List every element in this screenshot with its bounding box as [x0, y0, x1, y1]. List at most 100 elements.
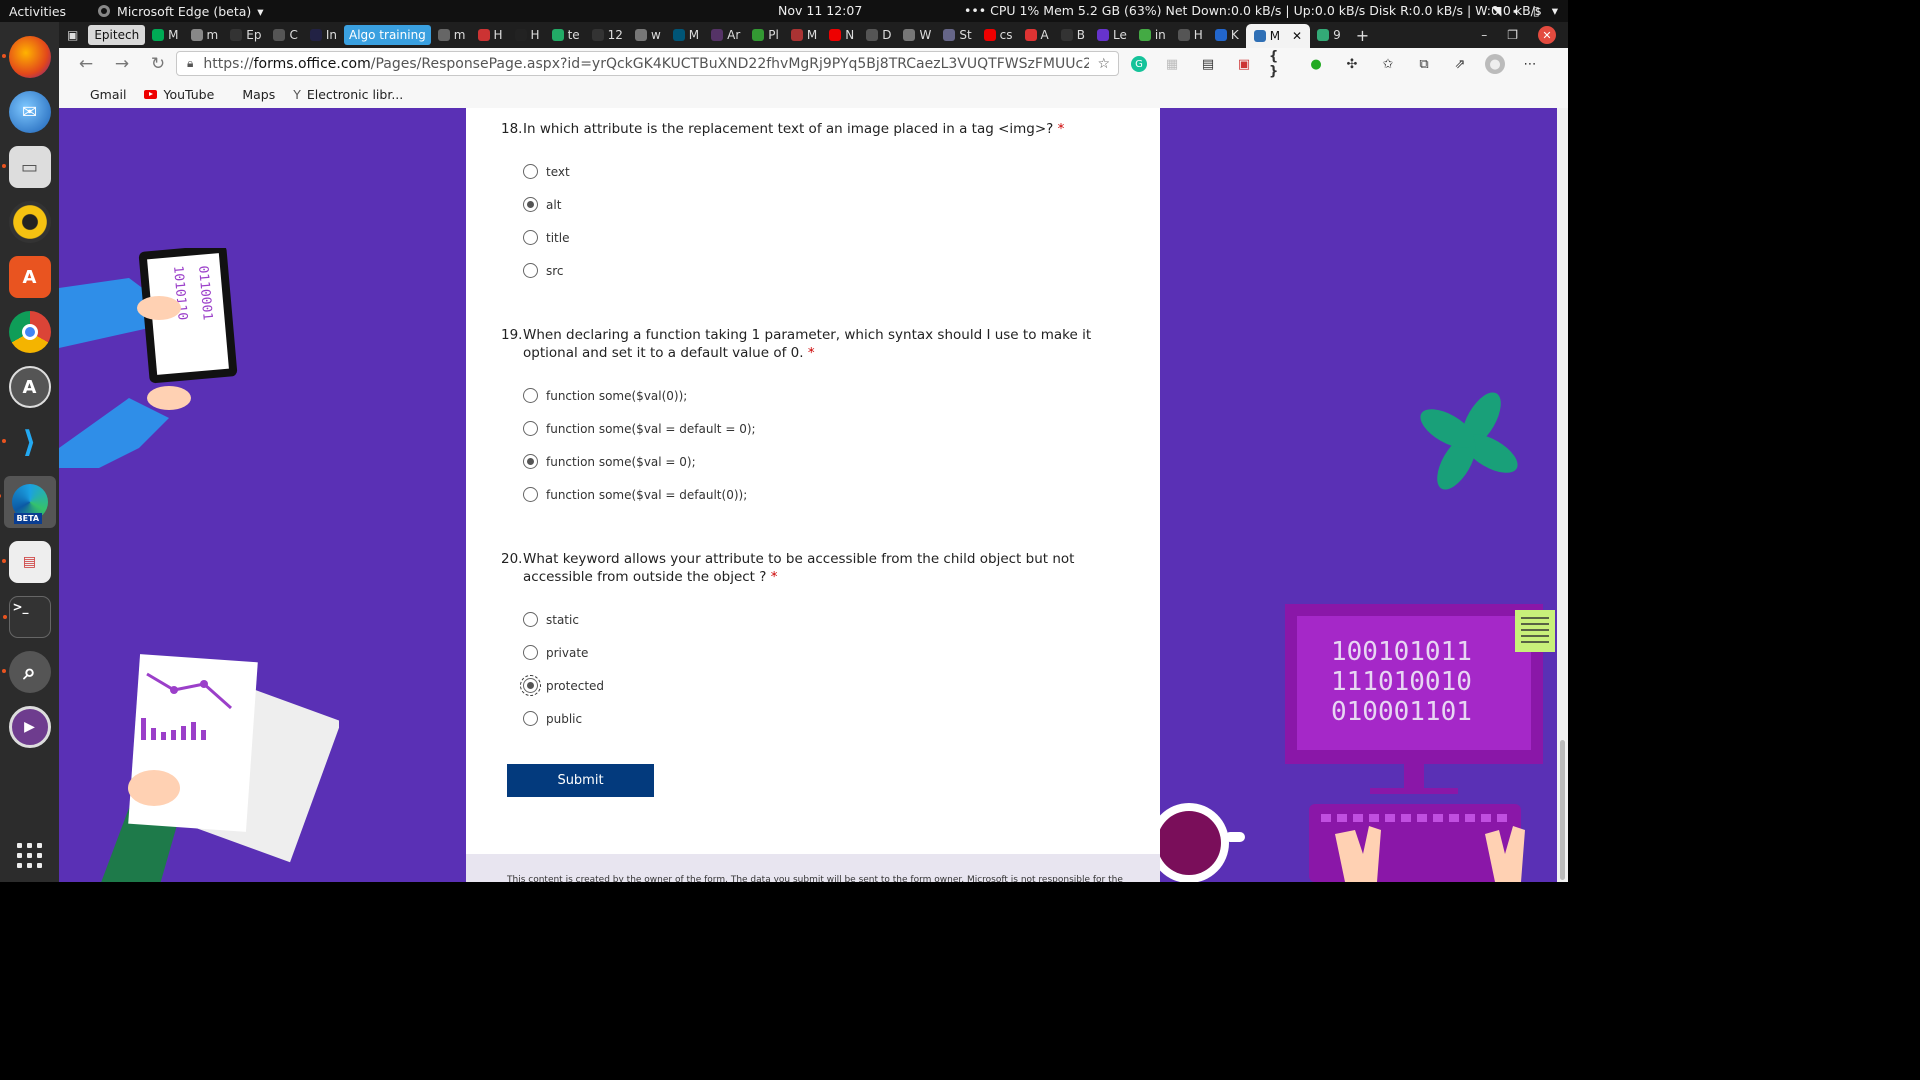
bookmark-maps[interactable]: Maps [242, 87, 275, 102]
radio-button[interactable] [523, 454, 538, 469]
new-tab-button[interactable]: + [1356, 26, 1369, 45]
browser-tab[interactable]: Ar [706, 25, 745, 45]
clock[interactable]: Nov 11 12:07 [778, 3, 862, 18]
radio-button[interactable] [523, 487, 538, 502]
radio-button[interactable] [523, 711, 538, 726]
browser-tab[interactable]: Pl [747, 25, 784, 45]
browser-tab[interactable]: H [510, 25, 545, 45]
share-icon[interactable]: ⇗ [1449, 53, 1471, 75]
browser-tab[interactable]: m [186, 25, 224, 45]
back-button[interactable]: ← [73, 51, 99, 77]
collections-icon[interactable]: ⧉ [1413, 53, 1435, 75]
browser-tab[interactable]: B [1056, 25, 1090, 45]
thunderbird-icon[interactable]: ✉ [8, 91, 51, 133]
browser-tab[interactable]: K [1210, 25, 1244, 45]
radio-option[interactable]: private [523, 636, 1126, 669]
radio-option[interactable]: protected [520, 669, 1126, 702]
radio-button[interactable] [523, 388, 538, 403]
radio-option[interactable]: public [523, 702, 1126, 735]
radio-button[interactable] [523, 263, 538, 278]
volume-icon[interactable]: 🔈︎ [1513, 3, 1521, 19]
browser-tab[interactable]: Ep [225, 25, 266, 45]
radio-option[interactable]: static [523, 603, 1126, 636]
media-player-icon[interactable]: ▶ [8, 706, 51, 748]
radio-button[interactable] [523, 164, 538, 179]
radio-option[interactable]: function some($val = 0); [523, 445, 1126, 478]
reader-icon[interactable]: ▤ [1, 541, 51, 583]
earth-extension-icon[interactable]: ● [1305, 53, 1327, 75]
firefox-icon[interactable] [1, 36, 51, 78]
bookmark-electronic-library[interactable]: Y Electronic libr... [293, 87, 403, 102]
browser-tab[interactable]: St [938, 25, 976, 45]
rhythmbox-icon[interactable] [8, 201, 51, 243]
address-bar[interactable]: 🔒︎ https://forms.office.com/Pages/Respon… [176, 51, 1119, 76]
browser-tab[interactable]: te [547, 25, 585, 45]
radio-button[interactable] [523, 645, 538, 660]
grammarly-icon[interactable]: G [1131, 56, 1147, 72]
minimize-button[interactable]: – [1481, 28, 1487, 42]
scrollbar-thumb[interactable] [1560, 740, 1565, 880]
extensions-icon[interactable]: ✣ [1341, 53, 1363, 75]
browser-tab[interactable]: Le [1092, 25, 1132, 45]
browser-tab[interactable]: C [268, 25, 302, 45]
radio-option[interactable]: alt [523, 188, 1126, 221]
browser-tab[interactable]: Algo training [343, 25, 431, 45]
lastpass-icon[interactable]: ▣ [1233, 53, 1255, 75]
browser-tab[interactable]: H [1173, 25, 1208, 45]
browser-tab[interactable]: H [473, 25, 508, 45]
radio-button[interactable] [523, 421, 538, 436]
url-text[interactable]: https://forms.office.com/Pages/ResponseP… [203, 56, 1089, 72]
favorites-icon[interactable]: ✩ [1377, 53, 1399, 75]
radio-button[interactable] [523, 197, 538, 212]
radio-button[interactable] [520, 675, 541, 696]
refresh-button[interactable]: ↻ [145, 51, 171, 77]
browser-tab[interactable]: Epitech [88, 25, 146, 45]
radio-option[interactable]: text [523, 155, 1126, 188]
lock-icon[interactable]: 🔒︎ [187, 56, 193, 71]
radio-option[interactable]: src [523, 254, 1126, 287]
browser-tab[interactable]: M [668, 25, 704, 45]
radio-option[interactable]: function some($val = default = 0); [523, 412, 1126, 445]
reading-view-icon[interactable]: ▤ [1197, 53, 1219, 75]
browser-tab[interactable]: w [630, 25, 666, 45]
restore-button[interactable]: ❐ [1507, 28, 1518, 42]
bookmark-gmail[interactable]: Gmail [90, 87, 126, 102]
radio-button[interactable] [523, 612, 538, 627]
radio-option[interactable]: function some($val(0)); [523, 379, 1126, 412]
system-tray[interactable]: ◥ 🔈︎ ▯ ▾ [1492, 3, 1558, 19]
submit-button[interactable]: Submit [507, 764, 654, 797]
close-window-button[interactable]: ✕ [1538, 26, 1556, 44]
radio-button[interactable] [523, 230, 538, 245]
browser-tab[interactable]: M [147, 25, 183, 45]
browser-tab[interactable]: N [824, 25, 859, 45]
search-icon[interactable]: ⌕ [1, 651, 51, 693]
json-viewer-icon[interactable]: { } [1269, 49, 1291, 79]
ubuntu-updater-icon[interactable]: A [8, 366, 51, 408]
browser-tab[interactable]: In [305, 25, 342, 45]
vscode-icon[interactable]: ⟩ [1, 421, 51, 463]
browser-tab[interactable]: M [786, 25, 822, 45]
browser-tab[interactable]: M ✕ [1245, 24, 1311, 48]
activities-button[interactable]: Activities [0, 4, 75, 19]
extension-placeholder-icon[interactable]: ▦ [1161, 53, 1183, 75]
bookmark-youtube[interactable]: YouTube [144, 87, 214, 102]
browser-tab[interactable]: in [1134, 25, 1171, 45]
browser-tab[interactable]: A [1020, 25, 1054, 45]
browser-tab[interactable]: W [898, 25, 936, 45]
power-menu-icon[interactable]: ▾ [1552, 3, 1558, 19]
battery-icon[interactable]: ▯ [1533, 3, 1540, 19]
page-scrollbar[interactable] [1557, 108, 1568, 882]
profile-avatar-icon[interactable]: ● [1485, 54, 1505, 74]
browser-tab[interactable]: D [861, 25, 896, 45]
forward-button[interactable]: → [109, 51, 135, 77]
software-center-icon[interactable]: A [8, 256, 51, 298]
tab-actions-icon[interactable]: ▣ [67, 28, 78, 42]
add-favorite-icon[interactable]: ☆ [1097, 56, 1110, 72]
browser-tab[interactable]: 12 [587, 25, 628, 45]
radio-option[interactable]: function some($val = default(0)); [523, 478, 1126, 511]
browser-tab[interactable]: cs [979, 25, 1018, 45]
browser-tab[interactable]: 9 [1312, 25, 1346, 45]
terminal-icon[interactable]: >_ [2, 596, 51, 638]
wifi-icon[interactable]: ◥ [1492, 3, 1502, 19]
show-apps-icon[interactable] [17, 843, 42, 868]
